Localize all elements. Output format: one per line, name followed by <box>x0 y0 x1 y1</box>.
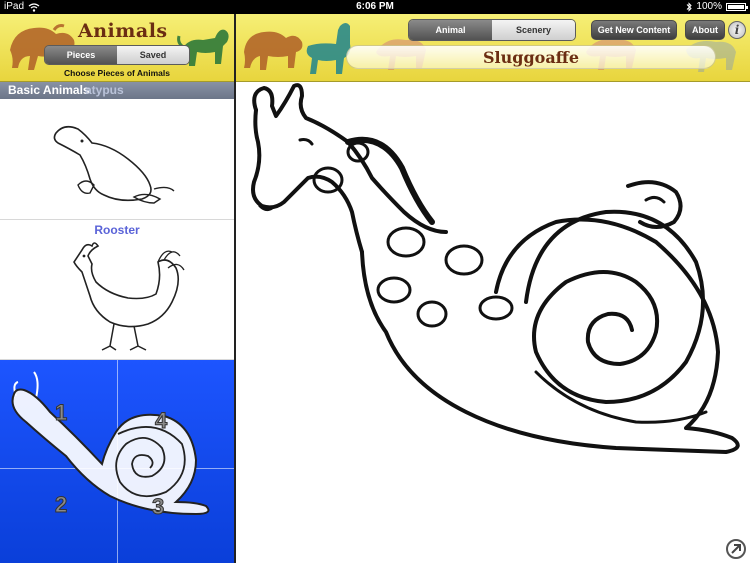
segment-animal[interactable]: Animal <box>409 20 492 40</box>
bear-silhouette-icon <box>244 31 303 71</box>
list-item-rooster[interactable]: Rooster <box>0 220 234 360</box>
segment-saved[interactable]: Saved <box>117 46 189 64</box>
right-header: Animal Scenery Get New Content About i S… <box>236 14 750 82</box>
section-title: Basic Animals <box>8 83 90 97</box>
piece-number-4: 4 <box>154 408 168 434</box>
piece-number-1: 1 <box>54 400 68 426</box>
sluggoaffe-drawing[interactable] <box>236 82 750 563</box>
list-item-snail-selected[interactable]: 1 2 3 4 <box>0 360 234 563</box>
get-new-content-button[interactable]: Get New Content <box>591 20 677 40</box>
list-item-platypus[interactable] <box>0 99 234 220</box>
scrolled-item-label: atypus <box>85 83 124 97</box>
share-arrow-icon <box>731 544 741 554</box>
battery-percent: 100% <box>696 1 722 12</box>
segment-pieces[interactable]: Pieces <box>45 46 117 64</box>
left-panel: Animals Pieces Saved Choose Pieces of An… <box>0 14 234 563</box>
share-icon[interactable] <box>726 539 746 559</box>
right-panel: Animal Scenery Get New Content About i S… <box>236 14 750 563</box>
status-bar: iPad 6:06 PM 100% <box>0 0 750 14</box>
piece-number-3: 3 <box>151 494 165 520</box>
segment-scenery[interactable]: Scenery <box>492 20 575 40</box>
section-header: Basic Animals atypus <box>0 82 234 99</box>
animal-name-title: Sluggoaffe <box>346 45 716 69</box>
snail-drawing <box>11 371 210 516</box>
status-time: 6:06 PM <box>356 1 394 12</box>
choose-subtitle: Choose Pieces of Animals <box>64 68 170 78</box>
bluetooth-icon <box>687 2 693 12</box>
battery-fill <box>728 5 744 9</box>
app-title: Animals <box>78 20 168 42</box>
rooster-label: Rooster <box>94 223 140 237</box>
info-icon[interactable]: i <box>728 21 746 39</box>
battery-icon <box>726 3 748 11</box>
left-header: Animals Pieces Saved Choose Pieces of An… <box>0 14 234 82</box>
animal-scenery-segment[interactable]: Animal Scenery <box>408 19 576 41</box>
platypus-drawing <box>53 125 175 204</box>
rooster-drawing <box>73 242 185 351</box>
piece-number-2: 2 <box>54 492 68 518</box>
pieces-saved-segment[interactable]: Pieces Saved <box>44 45 190 65</box>
about-button[interactable]: About <box>685 20 725 40</box>
